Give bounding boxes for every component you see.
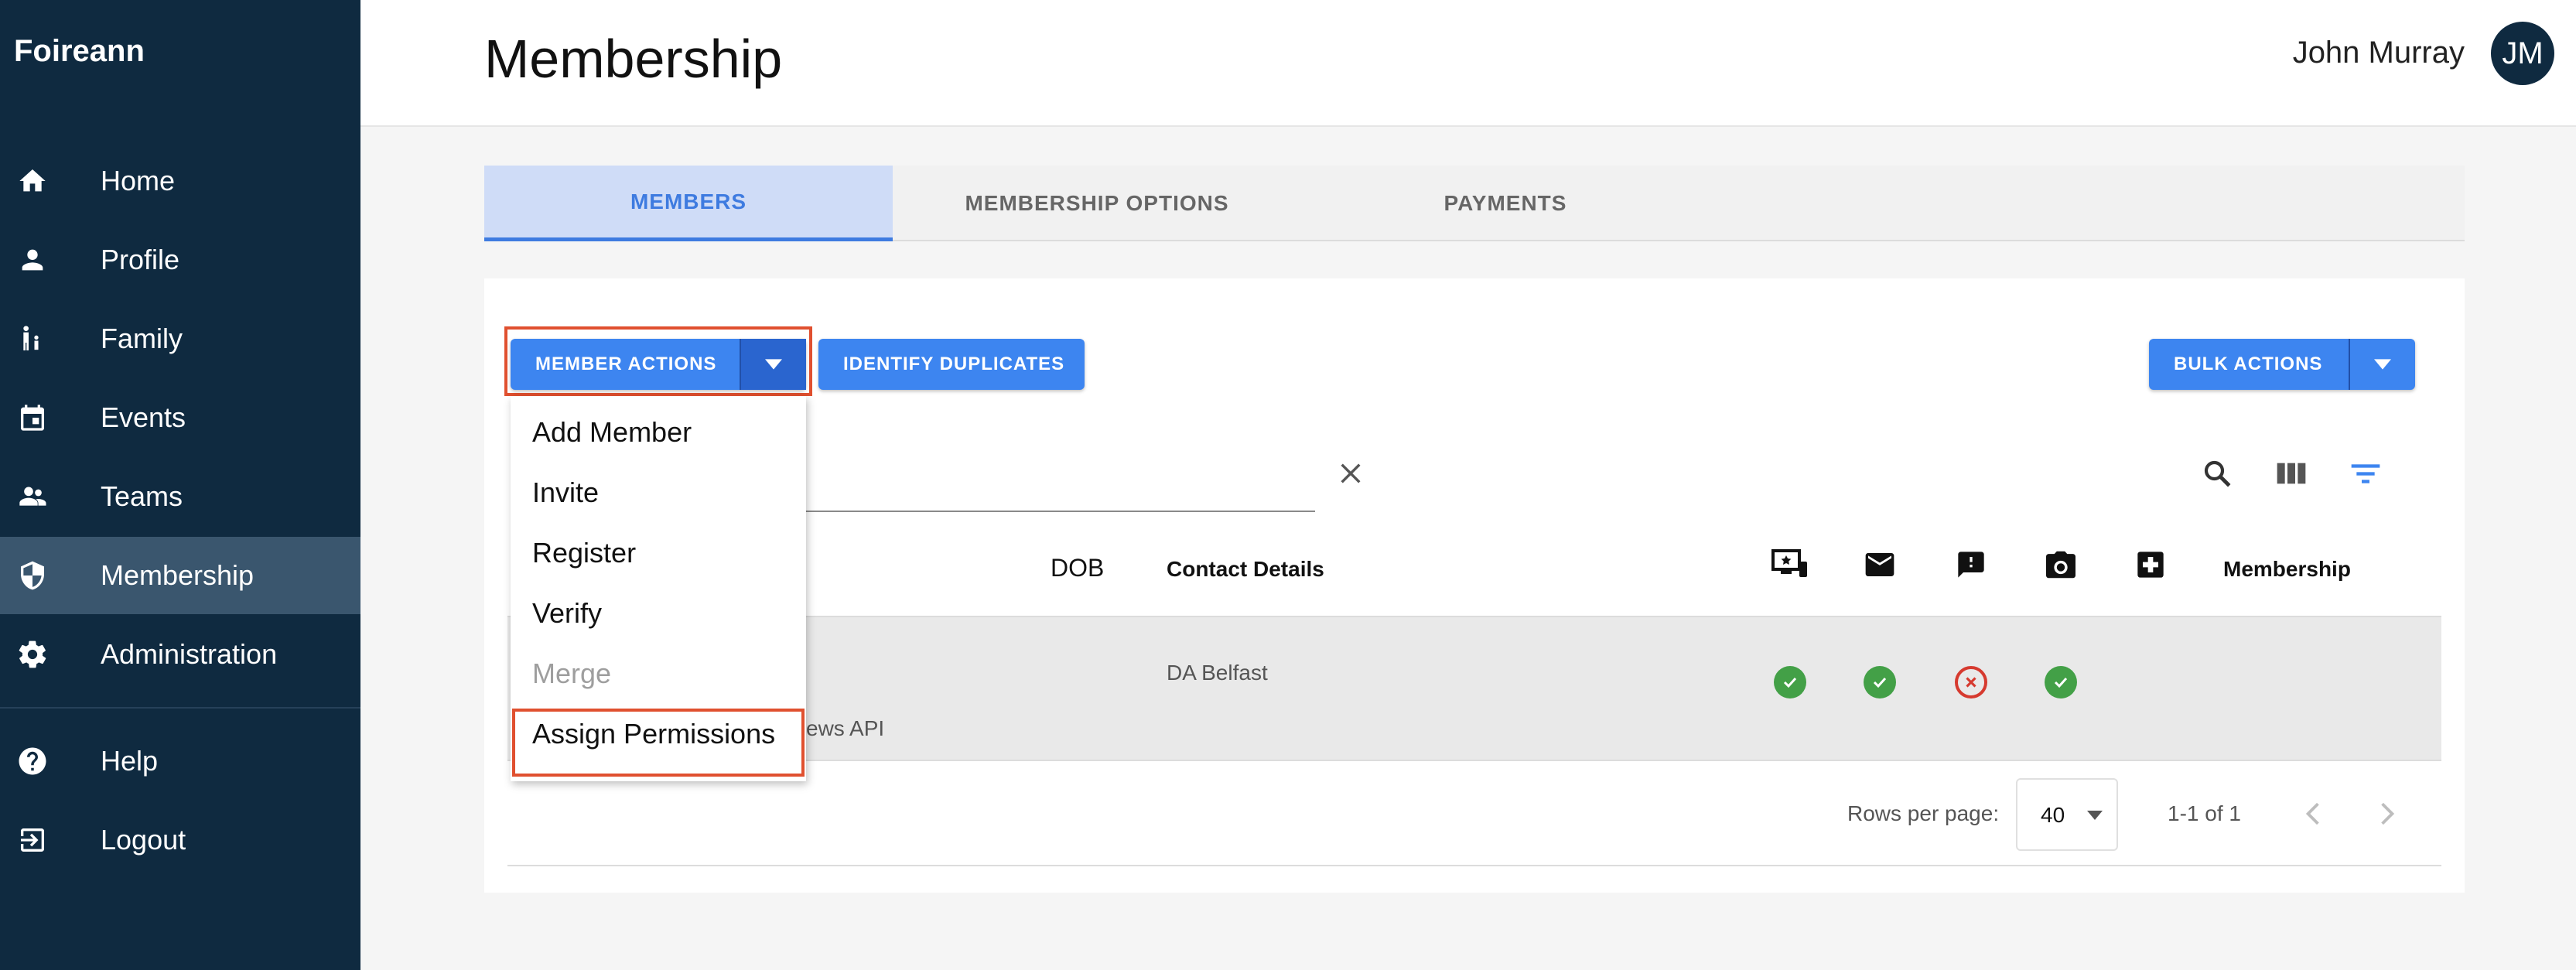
- member-actions-toggle[interactable]: [740, 339, 806, 390]
- tab-members[interactable]: MEMBERS: [484, 166, 893, 241]
- x-icon: [1966, 677, 1976, 688]
- sidebar-item-label: Logout: [101, 824, 186, 856]
- column-header-contact[interactable]: Contact Details: [1167, 557, 1324, 582]
- sidebar-item-label: Membership: [101, 559, 255, 591]
- search-input[interactable]: [797, 436, 1315, 512]
- column-header-dob[interactable]: DOB: [1051, 554, 1104, 582]
- sidebar-divider: [0, 707, 360, 709]
- member-source-cell: ews API: [806, 716, 885, 740]
- avatar[interactable]: JM: [2491, 22, 2554, 85]
- alert-status-error: [1955, 666, 1987, 698]
- family-icon: [15, 322, 50, 356]
- menu-item-merge: Merge: [532, 657, 612, 689]
- sidebar-item-home[interactable]: Home: [0, 142, 360, 220]
- bulk-actions-button[interactable]: BULK ACTIONS: [2149, 339, 2415, 390]
- filter-button[interactable]: [2341, 449, 2390, 498]
- check-icon: [2054, 677, 2068, 688]
- tab-bar: MEMBERS MEMBERSHIP OPTIONS PAYMENTS: [484, 166, 2465, 241]
- columns-icon: [2277, 463, 2306, 484]
- sidebar-item-logout[interactable]: Logout: [0, 801, 360, 879]
- contact-details-cell: DA Belfast: [1167, 661, 1268, 685]
- next-page-button[interactable]: [2362, 789, 2412, 839]
- member-actions-button[interactable]: MEMBER ACTIONS: [511, 339, 806, 390]
- sidebar-item-label: Family: [101, 323, 183, 354]
- menu-item-invite[interactable]: Invite: [532, 476, 599, 509]
- sidebar-item-label: Events: [101, 401, 186, 433]
- sidebar-item-label: Teams: [101, 480, 183, 512]
- sidebar-item-events[interactable]: Events: [0, 379, 360, 456]
- member-actions-label: MEMBER ACTIONS: [535, 354, 717, 374]
- home-icon: [15, 164, 50, 198]
- tab-membership-options[interactable]: MEMBERSHIP OPTIONS: [893, 166, 1301, 241]
- column-header-photo[interactable]: [2036, 540, 2086, 589]
- logout-icon: [15, 823, 50, 857]
- email-status-ok: [1864, 666, 1896, 698]
- search-button[interactable]: [2192, 449, 2242, 498]
- sidebar-item-label: Profile: [101, 244, 180, 275]
- sidebar-item-label: Help: [101, 745, 159, 777]
- user-name[interactable]: John Murray: [2293, 36, 2465, 70]
- column-header-medical[interactable]: [2126, 540, 2175, 589]
- search-icon: [2204, 460, 2231, 487]
- person-icon: [15, 243, 50, 277]
- rows-per-page-value: 40: [2041, 803, 2065, 827]
- bulk-actions-toggle[interactable]: [2349, 339, 2415, 390]
- filter-icon: [2351, 464, 2380, 483]
- table-footer-divider: [507, 865, 2441, 866]
- check-icon: [1783, 677, 1797, 688]
- device-star-icon: [1771, 549, 1807, 577]
- column-header-device[interactable]: [1765, 540, 1815, 589]
- mail-icon: [1865, 553, 1894, 576]
- photo-status-ok: [2045, 666, 2077, 698]
- menu-item-verify[interactable]: Verify: [532, 597, 602, 630]
- sidebar-item-label: Home: [101, 165, 176, 196]
- camera-icon: [2046, 551, 2075, 579]
- calendar-icon: [15, 401, 50, 435]
- caret-down-icon: [765, 359, 782, 370]
- sidebar-item-administration[interactable]: Administration: [0, 616, 360, 693]
- clear-search-button[interactable]: [1326, 449, 1375, 498]
- sidebar-item-membership[interactable]: Membership: [0, 537, 360, 614]
- sidebar: Foireann Home Profile Family Events Team…: [0, 0, 360, 970]
- previous-page-button[interactable]: [2288, 789, 2338, 839]
- bulk-actions-label: BULK ACTIONS: [2174, 354, 2323, 374]
- menu-item-add-member[interactable]: Add Member: [532, 416, 692, 449]
- menu-item-register[interactable]: Register: [532, 537, 636, 569]
- chevron-right-icon: [2381, 802, 2395, 825]
- feedback-alert-icon: [1958, 552, 1984, 578]
- sidebar-item-label: Administration: [101, 638, 278, 670]
- rows-per-page-select[interactable]: 40: [2016, 778, 2118, 851]
- sidebar-item-teams[interactable]: Teams: [0, 458, 360, 535]
- medical-plus-icon: [2137, 552, 2164, 578]
- help-icon: [15, 744, 50, 778]
- pagination-range: 1-1 of 1: [2168, 801, 2241, 825]
- check-icon: [1873, 677, 1887, 688]
- rows-per-page-label: Rows per page:: [1847, 801, 2000, 825]
- sidebar-item-profile[interactable]: Profile: [0, 221, 360, 299]
- close-icon: [1341, 463, 1361, 483]
- sidebar-item-family[interactable]: Family: [0, 300, 360, 377]
- column-header-alert[interactable]: [1946, 540, 1996, 589]
- caret-down-icon: [2087, 811, 2103, 820]
- page-title: Membership: [484, 29, 783, 89]
- device-status-ok: [1774, 666, 1806, 698]
- shield-icon: [15, 558, 50, 593]
- column-header-email[interactable]: [1855, 540, 1905, 589]
- tab-payments[interactable]: PAYMENTS: [1301, 166, 1710, 241]
- gear-icon: [15, 637, 50, 671]
- identify-duplicates-button[interactable]: IDENTIFY DUPLICATES: [818, 339, 1085, 390]
- column-header-membership[interactable]: Membership: [2223, 557, 2351, 582]
- caret-down-icon: [2374, 359, 2391, 370]
- brand-logo: Foireann: [14, 34, 145, 68]
- columns-button[interactable]: [2267, 449, 2316, 498]
- sidebar-item-help[interactable]: Help: [0, 722, 360, 800]
- top-header: Membership John Murray JM: [360, 0, 2576, 127]
- assign-permissions-highlight: [512, 709, 805, 777]
- identify-duplicates-label: IDENTIFY DUPLICATES: [843, 354, 1065, 374]
- chevron-left-icon: [2305, 802, 2319, 825]
- group-icon: [15, 480, 50, 514]
